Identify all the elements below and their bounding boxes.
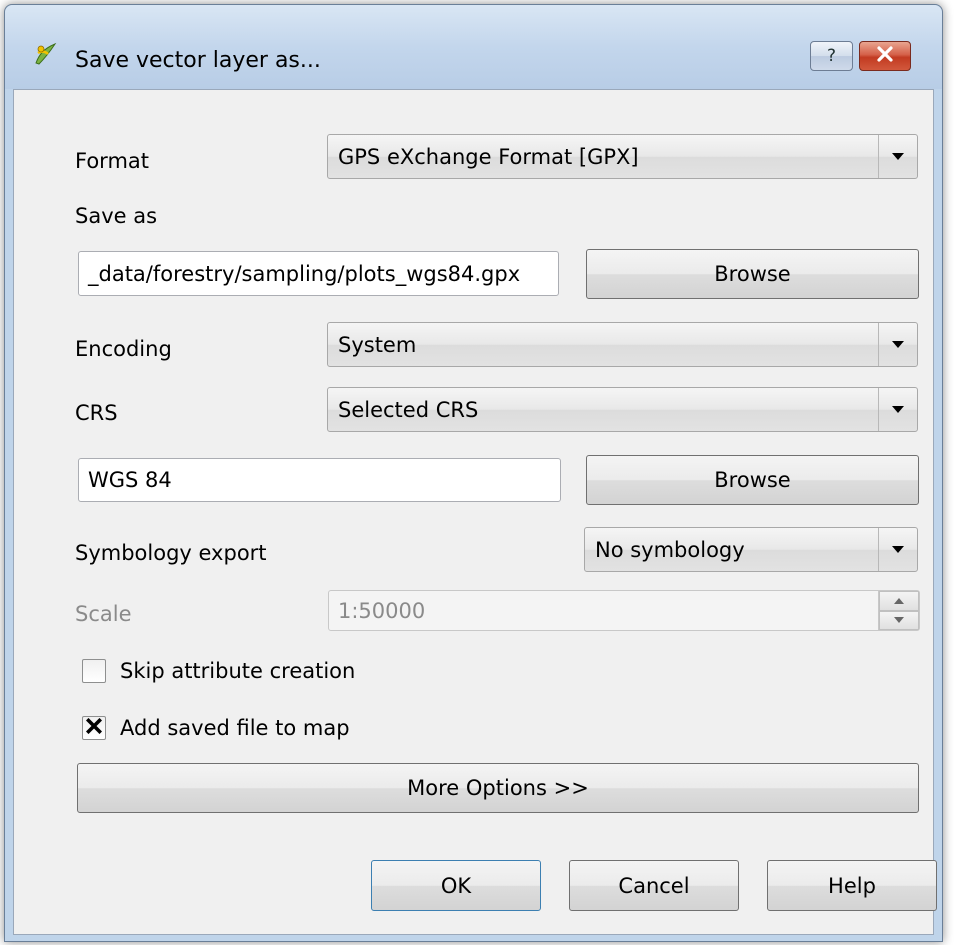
encoding-label: Encoding [75, 337, 172, 361]
crs-combo[interactable]: Selected CRS [327, 387, 918, 432]
add-to-map-label: Add saved file to map [120, 716, 350, 740]
chevron-down-icon [878, 135, 917, 178]
title-bar[interactable]: Save vector layer as... ? [5, 5, 942, 89]
qgis-icon [33, 41, 59, 67]
scale-input[interactable]: 1:50000 [328, 590, 920, 631]
save-vector-layer-dialog: Save vector layer as... ? Format GPS eXc… [4, 4, 943, 942]
chevron-down-icon [878, 528, 917, 571]
encoding-combo-value: System [338, 332, 417, 357]
title-help-button[interactable]: ? [810, 41, 853, 71]
chevron-down-icon [878, 388, 917, 431]
scale-value: 1:50000 [338, 598, 426, 623]
symbology-combo-value: No symbology [595, 537, 745, 562]
crs-name-input[interactable]: WGS 84 [78, 458, 561, 502]
add-to-map-checkbox[interactable] [82, 716, 106, 740]
format-combo[interactable]: GPS eXchange Format [GPX] [327, 134, 918, 179]
format-label: Format [75, 149, 150, 173]
format-combo-value: GPS eXchange Format [GPX] [338, 144, 639, 169]
spin-down-icon[interactable] [879, 610, 919, 630]
more-options-button[interactable]: More Options >> [77, 763, 919, 813]
check-x-icon [85, 717, 103, 739]
crs-browse-button[interactable]: Browse [586, 455, 919, 505]
save-as-label: Save as [75, 204, 158, 228]
symbology-export-combo[interactable]: No symbology [584, 527, 918, 572]
question-mark-icon: ? [826, 46, 837, 66]
close-button[interactable] [859, 41, 911, 71]
help-button[interactable]: Help [767, 860, 937, 911]
dialog-body: Format GPS eXchange Format [GPX] Save as… [13, 89, 937, 935]
skip-attribute-checkbox[interactable] [82, 659, 106, 683]
encoding-combo[interactable]: System [327, 322, 918, 367]
scale-spinner[interactable] [878, 591, 919, 630]
spin-up-icon[interactable] [879, 591, 919, 611]
save-as-browse-button[interactable]: Browse [586, 249, 919, 299]
chevron-down-icon [878, 323, 917, 366]
crs-label: CRS [75, 401, 118, 425]
cancel-button[interactable]: Cancel [569, 860, 739, 911]
save-as-input[interactable]: _data/forestry/sampling/plots_wgs84.gpx [78, 251, 559, 296]
skip-attribute-label: Skip attribute creation [120, 659, 356, 683]
close-icon [876, 45, 894, 67]
ok-button[interactable]: OK [371, 860, 541, 911]
window-title: Save vector layer as... [75, 48, 321, 73]
scale-label: Scale [75, 602, 132, 626]
crs-combo-value: Selected CRS [338, 397, 479, 422]
symbology-export-label: Symbology export [75, 541, 267, 565]
